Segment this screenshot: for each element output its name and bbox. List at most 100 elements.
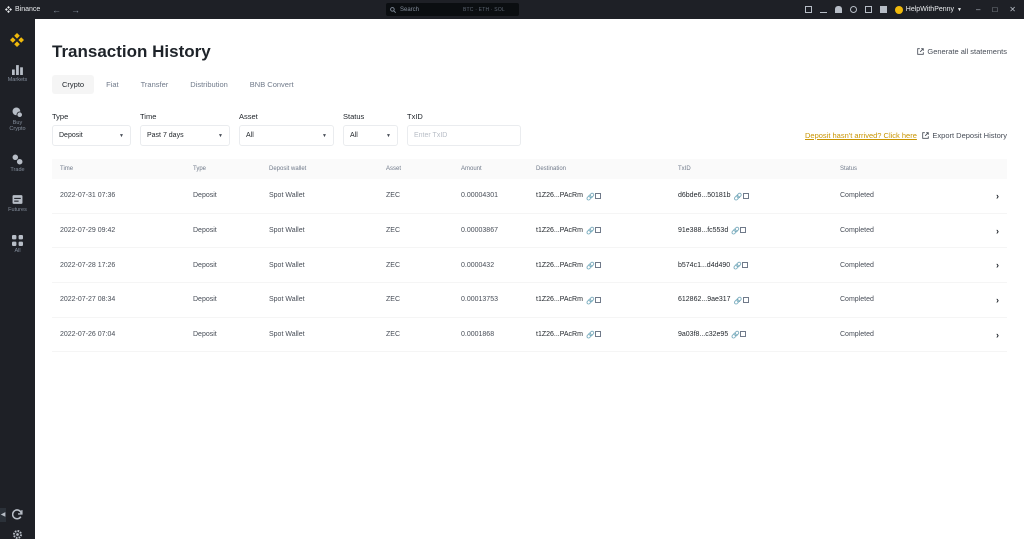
cell-amount: 0.0001868 [461, 331, 495, 339]
sidebar-item-all[interactable]: All [0, 235, 35, 254]
cell-type: Deposit [193, 192, 217, 200]
cell-asset: ZEC [386, 192, 400, 200]
cell-type: Deposit [193, 261, 217, 269]
tab-transfer[interactable]: Transfer [131, 75, 179, 94]
wallet-icon[interactable] [864, 6, 872, 13]
close-icon[interactable]: ✕ [1009, 5, 1016, 14]
cell-amount: 0.00003867 [461, 227, 498, 235]
type-select[interactable]: Deposit ▼ [52, 125, 131, 146]
headset-icon[interactable] [849, 6, 857, 13]
chevron-right-icon[interactable]: › [970, 191, 1007, 201]
table-row[interactable]: 2022-07-31 07:36 Deposit Spot Wallet ZEC… [52, 179, 1007, 214]
cell-amount: 0.00013753 [461, 296, 498, 304]
sidebar-item-label: Futures [8, 207, 27, 213]
copy-icon[interactable] [742, 192, 749, 199]
sidebar-item-buy-crypto[interactable]: Buy Crypto [0, 107, 35, 132]
maximize-icon[interactable]: □ [992, 5, 997, 14]
cell-status: Completed [840, 192, 874, 200]
user-menu[interactable]: HelpWithPenny ▼ [894, 5, 962, 14]
table-row[interactable]: 2022-07-29 09:42 Deposit Spot Wallet ZEC… [52, 214, 1007, 249]
cell-time: 2022-07-29 09:42 [60, 227, 116, 235]
link-icon[interactable]: 🔗 [586, 331, 595, 339]
table-row[interactable]: 2022-07-28 17:26 Deposit Spot Wallet ZEC… [52, 248, 1007, 284]
caret-down-icon: ▼ [119, 132, 124, 139]
caret-down-icon: ▼ [322, 132, 327, 139]
copy-icon[interactable] [742, 296, 749, 303]
tab-fiat[interactable]: Fiat [96, 75, 129, 94]
header-destination: Destination [536, 166, 567, 172]
download-icon[interactable] [819, 6, 827, 13]
copy-icon[interactable] [594, 261, 601, 268]
cell-wallet: Spot Wallet [269, 331, 305, 339]
bell-icon[interactable] [834, 6, 842, 13]
search-input[interactable]: Search BTC · ETH · SOL [386, 3, 519, 16]
cell-time: 2022-07-26 07:04 [60, 331, 116, 339]
cell-time: 2022-07-31 07:36 [60, 192, 116, 200]
cell-status: Completed [840, 227, 874, 235]
forward-arrow-icon[interactable]: → [71, 5, 80, 15]
copy-icon[interactable] [594, 227, 601, 234]
header-deposit-wallet: Deposit wallet [269, 166, 307, 172]
txid-input[interactable]: Enter TxID [407, 125, 521, 146]
refresh-icon[interactable] [0, 507, 35, 525]
export-label: Export Deposit History [932, 131, 1007, 140]
export-deposit-history-button[interactable]: Export Deposit History [922, 131, 1007, 140]
cell-type: Deposit [193, 227, 217, 235]
asset-filter-label: Asset [239, 112, 258, 121]
chevron-right-icon[interactable]: › [970, 260, 1007, 270]
sidebar-item-trade[interactable]: Trade [0, 154, 35, 173]
status-select[interactable]: All ▼ [343, 125, 398, 146]
generate-statements-label: Generate all statements [927, 47, 1007, 56]
cell-amount: 0.0000432 [461, 261, 495, 269]
cell-destination: t1Z26...PAcRm 🔗 [536, 192, 678, 201]
tab-crypto[interactable]: Crypto [52, 75, 95, 94]
link-icon[interactable]: 🔗 [586, 193, 595, 201]
chevron-right-icon[interactable]: › [970, 295, 1007, 305]
table-header: Time Type Deposit wallet Asset Amount De… [52, 159, 1007, 179]
destination-address: t1Z26...PAcRm [536, 296, 583, 304]
link-icon[interactable]: 🔗 [586, 262, 595, 270]
link-icon[interactable]: 🔗 [731, 227, 740, 235]
link-icon[interactable]: 🔗 [586, 297, 595, 305]
binance-logo-icon [5, 6, 12, 13]
settings-gear-icon[interactable] [0, 527, 35, 545]
link-icon[interactable]: 🔗 [734, 193, 743, 201]
binance-logo-icon[interactable] [10, 33, 24, 47]
table-row[interactable]: 2022-07-27 08:34 Deposit Spot Wallet ZEC… [52, 283, 1007, 318]
cell-wallet: Spot Wallet [269, 227, 305, 235]
tab-bnb-convert[interactable]: BNB Convert [240, 75, 304, 94]
copy-icon[interactable] [594, 296, 601, 303]
link-icon[interactable]: 🔗 [734, 297, 743, 305]
back-arrow-icon[interactable]: ← [52, 5, 61, 15]
destination-address: t1Z26...PAcRm [536, 192, 583, 200]
orders-icon[interactable] [879, 6, 887, 13]
copy-icon[interactable] [742, 261, 749, 268]
txid-value: b574c1...d4d490 [678, 261, 731, 269]
chevron-right-icon[interactable]: › [970, 226, 1007, 236]
external-link-icon [922, 132, 930, 139]
cell-destination: t1Z26...PAcRm 🔗 [536, 296, 678, 305]
copy-icon[interactable] [594, 192, 601, 199]
asset-select[interactable]: All ▼ [239, 125, 334, 146]
minimize-icon[interactable]: – [976, 5, 980, 14]
cell-time: 2022-07-27 08:34 [60, 296, 116, 304]
tab-distribution[interactable]: Distribution [180, 75, 238, 94]
copy-icon[interactable] [740, 331, 747, 338]
deposit-not-arrived-link[interactable]: Deposit hasn't arrived? Click here [805, 131, 917, 140]
cell-txid: 9a03f8...c32e95 🔗 [678, 331, 840, 339]
copy-icon[interactable] [594, 331, 601, 338]
link-icon[interactable]: 🔗 [731, 331, 740, 339]
screen-icon[interactable] [804, 6, 812, 13]
history-tabs: Crypto Fiat Transfer Distribution BNB Co… [52, 75, 306, 94]
grid-icon [12, 235, 23, 246]
table-row[interactable]: 2022-07-26 07:04 Deposit Spot Wallet ZEC… [52, 318, 1007, 353]
link-icon[interactable]: 🔗 [586, 227, 595, 235]
chevron-right-icon[interactable]: › [970, 330, 1007, 340]
link-icon[interactable]: 🔗 [733, 262, 742, 270]
sidebar-item-markets[interactable]: Markets [0, 64, 35, 83]
sidebar-item-futures[interactable]: Futures [0, 194, 35, 213]
copy-icon[interactable] [740, 227, 747, 234]
cell-txid: b574c1...d4d490 🔗 [678, 261, 840, 270]
time-select[interactable]: Past 7 days ▼ [140, 125, 230, 146]
generate-statements-link[interactable]: Generate all statements [917, 47, 1007, 56]
